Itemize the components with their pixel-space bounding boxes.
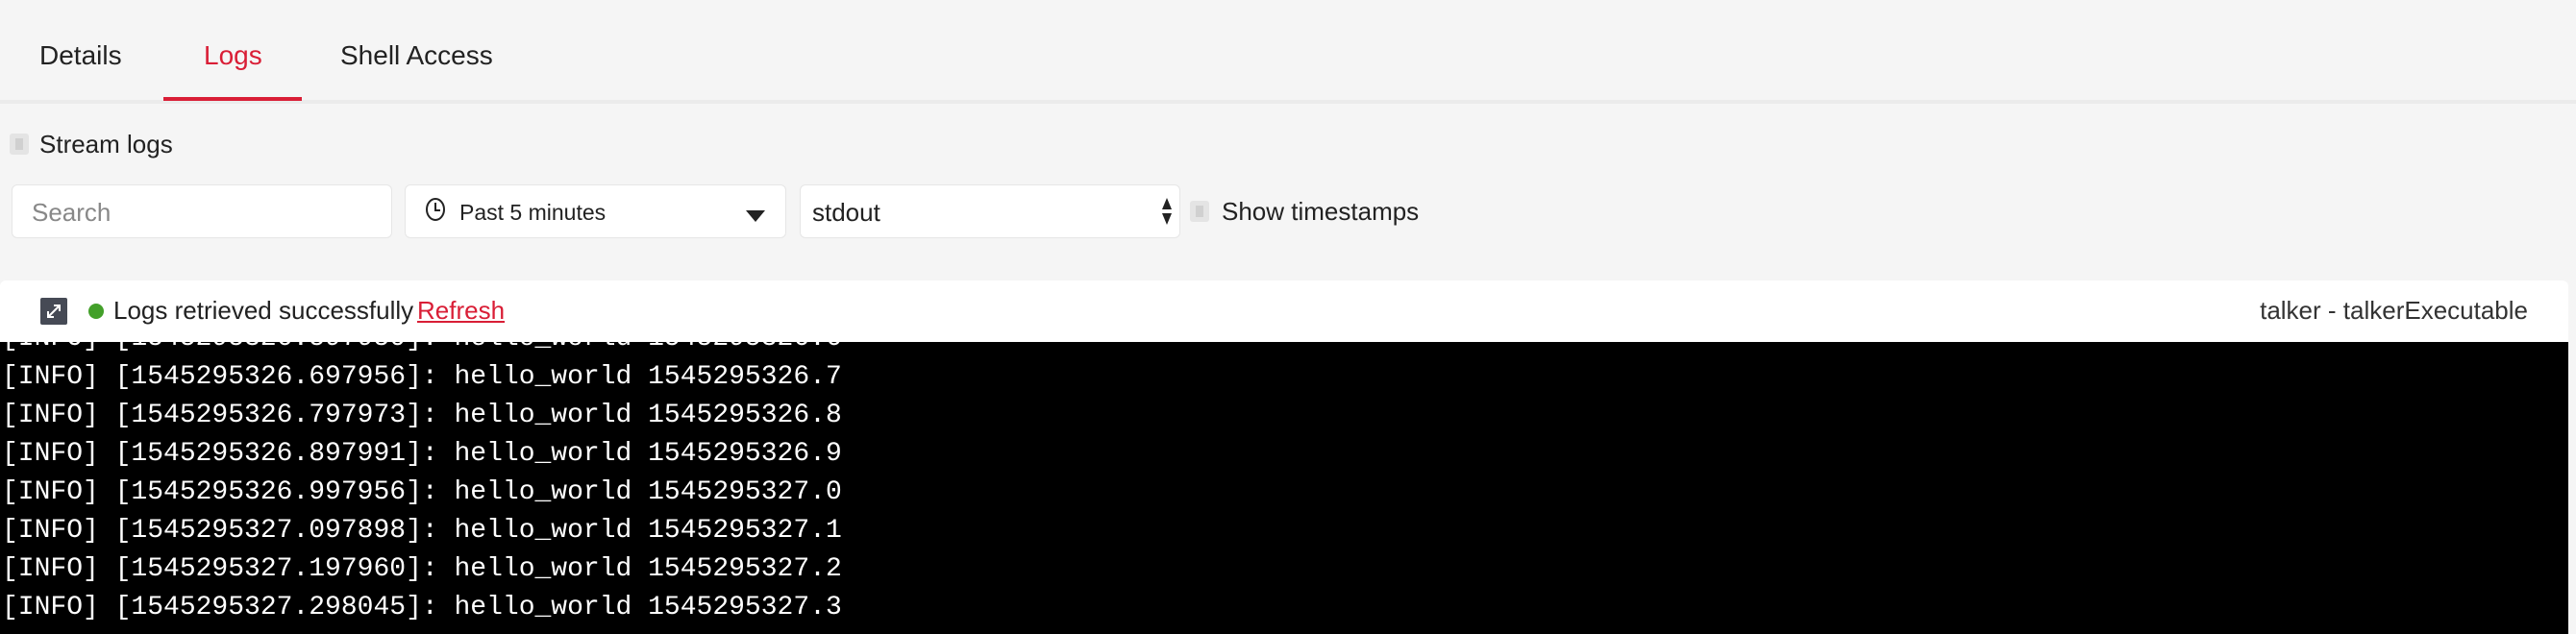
tab-bar: Details Logs Shell Access (0, 0, 2576, 104)
stream-select-value: stdout (812, 198, 880, 227)
time-range-value: Past 5 minutes (459, 200, 607, 225)
time-range-select[interactable]: Past 5 minutes (405, 184, 786, 238)
status-message: Logs retrieved successfully (113, 296, 414, 325)
stream-logs-checkbox[interactable] (10, 134, 29, 155)
log-output[interactable]: [INFO] [1545295326.597950]: hello_world … (0, 342, 2568, 634)
show-timestamps-checkbox[interactable] (1190, 201, 1209, 222)
refresh-link[interactable]: Refresh (417, 296, 505, 326)
log-line: [INFO] [1545295326.697956]: hello_world … (2, 362, 842, 392)
stream-logs-label: Stream logs (39, 130, 173, 158)
log-line: [INFO] [1545295327.298045]: hello_world … (2, 593, 842, 622)
show-timestamps-label: Show timestamps (1222, 197, 1420, 226)
log-status-bar: Logs retrieved successfully Refresh talk… (0, 280, 2568, 342)
search-placeholder: Search (32, 198, 111, 227)
stream-select[interactable]: stdout (800, 184, 1180, 238)
expand-icon[interactable] (40, 298, 67, 325)
log-source-label: talker - talkerExecutable (2260, 296, 2528, 325)
status-indicator-dot (88, 304, 104, 319)
tab-shell-access[interactable]: Shell Access (340, 40, 493, 71)
search-input[interactable]: Search (12, 184, 392, 238)
log-line: [INFO] [1545295326.897991]: hello_world … (2, 439, 842, 469)
tab-details[interactable]: Details (39, 40, 122, 71)
active-tab-indicator (163, 97, 302, 101)
sort-arrows-icon (1160, 197, 1174, 232)
log-line: [INFO] [1545295326.797973]: hello_world … (2, 401, 842, 430)
log-line: [INFO] [1545295326.997956]: hello_world … (2, 477, 842, 507)
caret-down-icon (745, 201, 766, 231)
log-line: [INFO] [1545295327.197960]: hello_world … (2, 554, 842, 584)
tab-logs[interactable]: Logs (204, 40, 262, 71)
log-line: [INFO] [1545295327.097898]: hello_world … (2, 516, 842, 546)
log-line: [INFO] [1545295326.597950]: hello_world … (2, 342, 842, 358)
clock-icon (425, 197, 446, 229)
